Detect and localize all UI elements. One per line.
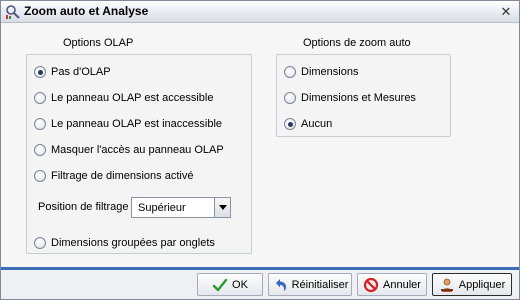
- radio-label: Pas d'OLAP: [51, 66, 111, 78]
- cancel-button[interactable]: Annuler: [357, 273, 427, 296]
- olap-group-title: Options OLAP: [63, 37, 134, 49]
- radio-button[interactable]: [34, 237, 46, 249]
- radio-button[interactable]: [284, 92, 296, 104]
- ok-label: OK: [232, 278, 248, 291]
- zoom-group-title: Options de zoom auto: [303, 37, 411, 49]
- close-icon[interactable]: ✕: [499, 5, 513, 19]
- footer-bar: OK Réinitialiser Annuler Appliquer: [1, 270, 519, 299]
- reset-label: Réinitialiser: [291, 278, 349, 291]
- radio-button[interactable]: [284, 66, 296, 78]
- radio-button[interactable]: [34, 92, 46, 104]
- radio-label: Masquer l'accès au panneau OLAP: [51, 144, 224, 156]
- radio-olap-accessible[interactable]: Le panneau OLAP est accessible: [34, 90, 213, 106]
- radio-grouped-dimensions[interactable]: Dimensions groupées par onglets: [34, 235, 215, 251]
- dialog-window: Zoom auto et Analyse ✕ Options OLAP Pas …: [0, 0, 520, 300]
- radio-selected-dot: [37, 69, 43, 75]
- radio-label: Le panneau OLAP est inaccessible: [51, 118, 223, 130]
- radio-pas-olap[interactable]: Pas d'OLAP: [34, 64, 111, 80]
- radio-zoom-dimensions-measures[interactable]: Dimensions et Mesures: [284, 90, 416, 106]
- user-apply-icon: [440, 278, 453, 292]
- filter-position-select[interactable]: Supérieur: [131, 197, 231, 218]
- radio-zoom-none[interactable]: Aucun: [284, 116, 332, 132]
- apply-label: Appliquer: [458, 278, 506, 291]
- filter-position-label: Position de filtrage: [38, 201, 129, 213]
- checkmark-icon: [212, 278, 228, 291]
- radio-button[interactable]: [34, 66, 46, 78]
- radio-label: Filtrage de dimensions activé: [51, 170, 194, 182]
- ok-button[interactable]: OK: [197, 273, 263, 296]
- radio-button[interactable]: [34, 118, 46, 130]
- radio-label: Dimensions groupées par onglets: [51, 237, 215, 249]
- radio-dimension-filtering[interactable]: Filtrage de dimensions activé: [34, 168, 193, 184]
- radio-label: Dimensions: [301, 66, 359, 78]
- filter-position-value: Supérieur: [138, 201, 186, 214]
- radio-button[interactable]: [34, 144, 46, 156]
- zoom-analysis-icon: [6, 5, 20, 19]
- radio-label: Dimensions et Mesures: [301, 92, 416, 104]
- apply-button[interactable]: Appliquer: [432, 273, 512, 296]
- window-title: Zoom auto et Analyse: [24, 4, 149, 18]
- radio-selected-dot: [287, 121, 293, 127]
- undo-arrow-icon: [275, 278, 286, 291]
- radio-label: Le panneau OLAP est accessible: [51, 92, 214, 104]
- radio-button[interactable]: [284, 118, 296, 130]
- radio-hide-olap-access[interactable]: Masquer l'accès au panneau OLAP: [34, 142, 224, 158]
- title-bar[interactable]: Zoom auto et Analyse ✕: [1, 1, 519, 23]
- cancel-label: Annuler: [383, 278, 421, 291]
- reset-button[interactable]: Réinitialiser: [268, 273, 352, 296]
- radio-olap-inaccessible[interactable]: Le panneau OLAP est inaccessible: [34, 116, 222, 132]
- no-entry-icon: [363, 277, 379, 292]
- chevron-down-icon[interactable]: [214, 198, 230, 217]
- radio-label: Aucun: [301, 118, 333, 130]
- radio-button[interactable]: [34, 170, 46, 182]
- radio-zoom-dimensions[interactable]: Dimensions: [284, 64, 358, 80]
